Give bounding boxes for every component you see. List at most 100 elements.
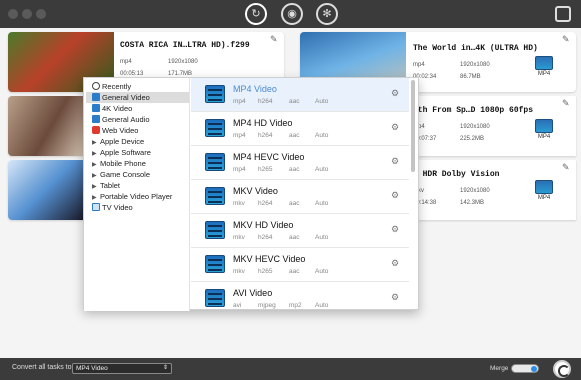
format-option[interactable]: MKV Video mkv h264 aac Auto ⚙ xyxy=(191,180,409,214)
format-picker-popup: Recently General Video 4K Video General … xyxy=(83,77,419,311)
video-format-icon xyxy=(205,187,225,205)
format-quality: Auto xyxy=(315,268,329,275)
convert-all-button[interactable] xyxy=(553,360,571,378)
merge-toggle[interactable] xyxy=(511,364,539,373)
source-resolution: 1920x1080 xyxy=(460,188,490,194)
video-title: The World in…4K (ULTRA HD) xyxy=(413,44,538,53)
category-general-video[interactable]: General Video xyxy=(86,92,189,103)
convert-all-format-select[interactable]: MP4 Video ⇕ xyxy=(72,363,172,374)
format-option[interactable]: MP4 Video mp4 h264 aac Auto ⚙ xyxy=(191,78,409,112)
format-option[interactable]: MP4 HEVC Video mp4 h265 aac Auto ⚙ xyxy=(191,146,409,180)
source-size: 86.7MB xyxy=(460,74,481,80)
source-size: 142.3MB xyxy=(460,200,485,206)
format-container: mkv xyxy=(233,234,245,241)
format-option[interactable]: MKV HD Video mkv h264 aac Auto ⚙ xyxy=(191,214,409,248)
format-name: MKV HEVC Video xyxy=(233,254,306,264)
format-audio-codec: aac xyxy=(289,132,300,139)
format-video-codec: h264 xyxy=(258,98,273,105)
category-4k-video[interactable]: 4K Video xyxy=(92,103,188,114)
format-quality: Auto xyxy=(315,98,329,105)
gear-icon[interactable]: ⚙ xyxy=(391,122,399,133)
gear-icon[interactable]: ⚙ xyxy=(391,224,399,235)
category-web-video[interactable]: Web Video xyxy=(92,125,188,136)
format-option[interactable]: MP4 HD Video mp4 h264 aac Auto ⚙ xyxy=(191,112,409,146)
source-format: mp4 xyxy=(413,62,425,68)
category-general-audio[interactable]: General Audio xyxy=(92,114,188,125)
target-format-badge[interactable]: MP4 xyxy=(534,56,554,77)
edit-icon[interactable]: ✎ xyxy=(562,162,570,173)
tv-icon xyxy=(92,203,100,211)
close-window-button[interactable] xyxy=(8,9,18,19)
gear-icon[interactable]: ⚙ xyxy=(391,258,399,269)
video-convert-mode-icon[interactable]: ↻ xyxy=(245,3,267,25)
category-game-console[interactable]: ▶ Game Console xyxy=(92,169,188,180)
category-apple-software[interactable]: ▶ Apple Software xyxy=(92,147,188,158)
category-recently[interactable]: Recently xyxy=(92,81,188,92)
format-name: MP4 HEVC Video xyxy=(233,152,305,162)
format-video-codec: h264 xyxy=(258,132,273,139)
format-container: avi xyxy=(233,302,242,309)
format-video-codec: mjpeg xyxy=(258,302,276,309)
format-video-codec: h264 xyxy=(258,234,273,241)
format-video-codec: h264 xyxy=(258,200,273,207)
title-bar: ↻ ◉ ✻ xyxy=(0,0,581,28)
format-audio-codec: aac xyxy=(289,268,300,275)
video-title: t HDR Dolby Vision xyxy=(413,170,500,179)
category-mobile-phone[interactable]: ▶ Mobile Phone xyxy=(92,158,188,169)
format-category-sidebar: Recently General Video 4K Video General … xyxy=(84,78,190,311)
format-quality: Auto xyxy=(315,166,329,173)
format-option[interactable]: AVI Video avi mjpeg mp2 Auto ⚙ xyxy=(191,282,409,311)
convert-all-label: Convert all tasks to xyxy=(12,364,72,371)
format-name: MKV HD Video xyxy=(233,220,294,230)
video-format-icon xyxy=(205,289,225,307)
gear-icon[interactable]: ⚙ xyxy=(391,156,399,167)
source-format: mp4 xyxy=(120,59,132,65)
zoom-window-button[interactable] xyxy=(36,9,46,19)
gear-icon[interactable]: ⚙ xyxy=(391,292,399,303)
format-list-scrollbar[interactable] xyxy=(411,80,415,172)
format-audio-codec: aac xyxy=(289,166,300,173)
category-portable-video-player[interactable]: ▶ Portable Video Player xyxy=(92,191,188,202)
target-format-badge[interactable]: MP4 xyxy=(534,180,554,201)
4k-icon xyxy=(92,104,100,112)
video-title: COSTA RICA IN…LTRA HD).f299 xyxy=(120,41,250,50)
video-format-icon xyxy=(205,153,225,171)
edit-icon[interactable]: ✎ xyxy=(562,34,570,45)
format-container: mkv xyxy=(233,200,245,207)
category-apple-device[interactable]: ▶ Apple Device xyxy=(92,136,188,147)
format-quality: Auto xyxy=(315,200,329,207)
format-audio-codec: aac xyxy=(289,98,300,105)
gear-icon[interactable]: ⚙ xyxy=(391,88,399,99)
edit-icon[interactable]: ✎ xyxy=(270,34,278,45)
format-name: MP4 Video xyxy=(233,84,277,94)
video-format-icon xyxy=(205,119,225,137)
format-name: MKV Video xyxy=(233,186,278,196)
format-video-codec: h265 xyxy=(258,166,273,173)
format-container: mkv xyxy=(233,268,245,275)
film-reel-mode-icon[interactable]: ✻ xyxy=(316,3,338,25)
gear-icon[interactable]: ⚙ xyxy=(391,190,399,201)
category-tv-video[interactable]: TV Video xyxy=(92,202,188,213)
source-resolution: 1920x1080 xyxy=(460,62,490,68)
edit-icon[interactable]: ✎ xyxy=(562,98,570,109)
youtube-icon xyxy=(92,126,100,134)
format-name: MP4 HD Video xyxy=(233,118,293,128)
format-container: mp4 xyxy=(233,98,246,105)
format-quality: Auto xyxy=(315,234,329,241)
format-video-codec: h265 xyxy=(258,268,273,275)
format-audio-codec: aac xyxy=(289,200,300,207)
format-list: MP4 Video mp4 h264 aac Auto ⚙ MP4 HD Video mp4 h… xyxy=(191,78,419,311)
category-tablet[interactable]: ▶ Tablet xyxy=(92,180,188,191)
source-size: 225.2MB xyxy=(460,136,485,142)
format-quality: Auto xyxy=(315,302,329,309)
video-thumbnail xyxy=(8,96,84,156)
dvd-mode-icon[interactable]: ◉ xyxy=(281,3,303,25)
toolbox-icon[interactable] xyxy=(555,6,571,22)
clock-icon xyxy=(92,82,100,90)
minimize-window-button[interactable] xyxy=(22,9,32,19)
video-format-icon xyxy=(205,221,225,239)
format-option[interactable]: MKV HEVC Video mkv h265 aac Auto ⚙ xyxy=(191,248,409,282)
target-format-badge[interactable]: MP4 xyxy=(534,119,554,140)
format-quality: Auto xyxy=(315,132,329,139)
source-resolution: 1920x1080 xyxy=(168,59,198,65)
